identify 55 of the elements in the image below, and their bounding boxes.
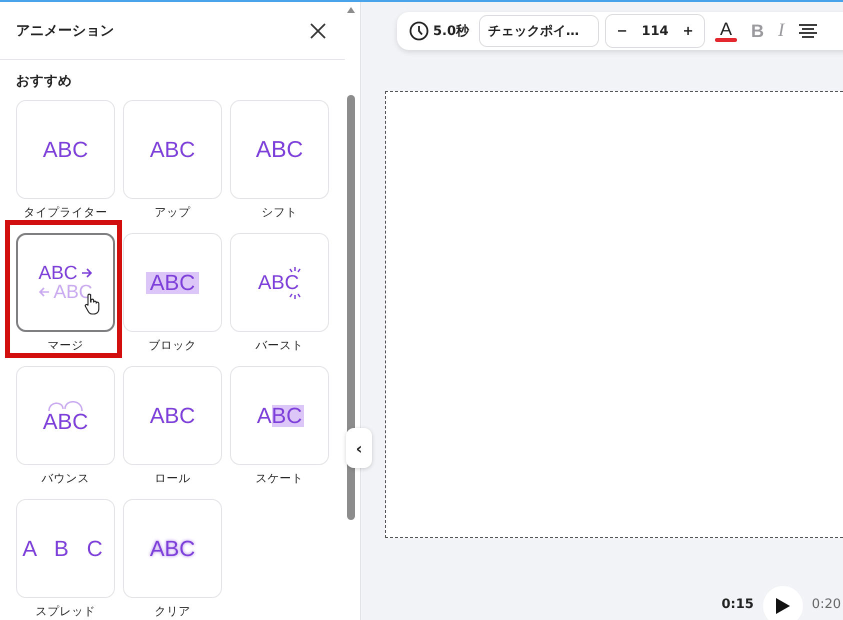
animation-label: スプレッド	[36, 604, 96, 619]
preview-text: ABC	[42, 138, 88, 160]
panel-title: アニメーション	[16, 22, 114, 40]
close-button[interactable]	[309, 22, 327, 40]
bounce-arcs-icon	[46, 398, 86, 410]
animation-label: シフト	[262, 205, 298, 220]
preview-text: ABC	[254, 404, 304, 426]
preview-text: ABC	[146, 272, 200, 294]
animation-label: クリア	[154, 604, 190, 619]
animation-label: バウンス	[42, 471, 90, 486]
font-dropdown[interactable]: チェックポイ…	[479, 15, 600, 47]
preview-text: ABC	[42, 410, 88, 432]
current-time: 0:15	[721, 596, 754, 612]
animation-label: ブロック	[148, 338, 196, 353]
animation-tile[interactable]: ABC	[230, 100, 329, 199]
preview-text: ABC	[53, 282, 93, 302]
text-color-button[interactable]: A	[711, 20, 742, 42]
arrow-left-icon	[38, 287, 50, 297]
preview-text: ABC	[150, 138, 196, 160]
animation-label: スケート	[256, 471, 304, 486]
animation-label: タイプライター	[24, 205, 108, 220]
animation-tile[interactable]: ABC	[230, 233, 329, 332]
animation-tile[interactable]: ABC	[123, 233, 222, 332]
collapse-button[interactable]: ‹	[346, 428, 372, 468]
animation-tile[interactable]: ABC	[16, 100, 115, 199]
total-time: 0:20	[812, 596, 841, 612]
animation-tile[interactable]: ABC	[16, 366, 115, 465]
preview-text: ABC	[256, 138, 304, 161]
font-size-value[interactable]: 114	[636, 24, 674, 38]
align-center-icon	[798, 23, 818, 39]
scroll-up-icon[interactable]	[346, 6, 356, 14]
animation-tile[interactable]: ABC	[123, 100, 222, 199]
section-heading: おすすめ	[16, 72, 73, 90]
arrow-right-icon	[80, 268, 93, 278]
animation-tile[interactable]: ABC	[123, 499, 222, 598]
animation-label: マージ	[48, 338, 84, 353]
increase-button[interactable]: +	[676, 24, 700, 38]
play-icon	[774, 597, 791, 615]
preview-text: ABC	[258, 272, 300, 292]
play-button[interactable]	[762, 586, 803, 620]
clock-icon	[409, 21, 429, 41]
preview-text: ABC	[150, 404, 196, 426]
animation-label: バースト	[256, 338, 304, 353]
animation-label: アップ	[154, 205, 190, 220]
animation-tile[interactable]: ABC	[230, 366, 329, 465]
animation-label: ロール	[154, 471, 190, 486]
preview-text: A B C	[22, 538, 109, 560]
scrollbar-thumb[interactable]	[347, 95, 355, 520]
preview-text: ABC	[38, 264, 78, 282]
animation-tile[interactable]: A B C	[16, 499, 115, 598]
duration-button[interactable]: 5.0秒	[405, 21, 474, 41]
decrease-button[interactable]: −	[610, 24, 634, 38]
preview-text: ABC	[150, 538, 196, 560]
animation-tile[interactable]: ABC ABC	[16, 233, 115, 332]
animation-tile[interactable]: ABC	[123, 366, 222, 465]
